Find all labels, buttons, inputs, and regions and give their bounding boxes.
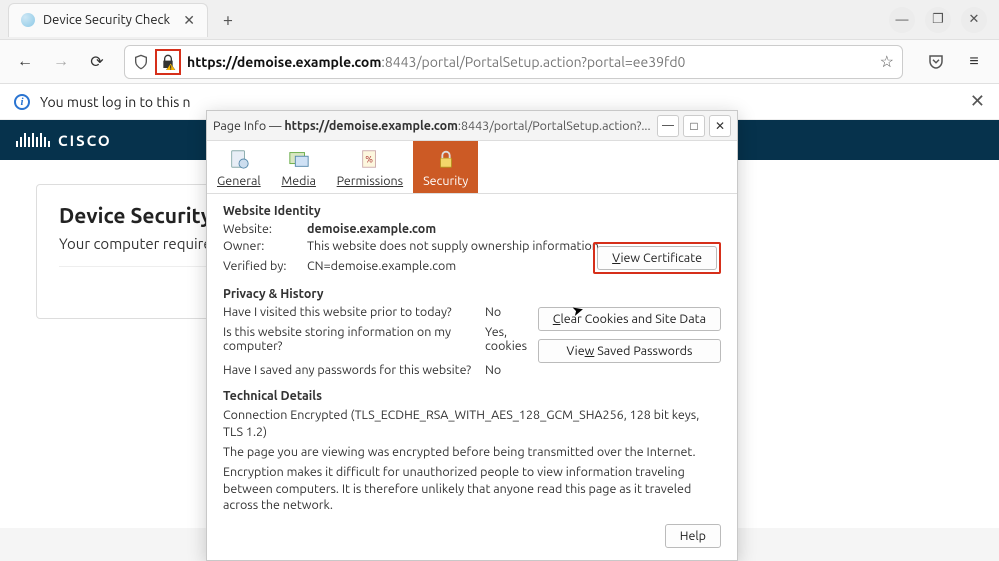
reload-button[interactable]: ⟳ [82, 47, 112, 77]
privacy-a-storing: Yes, cookies [485, 325, 543, 353]
dialog-titlebar[interactable]: Page Info — https://demoise.example.com … [207, 111, 737, 141]
url-bar[interactable]: https://demoise.example.com:8443/portal/… [124, 45, 903, 79]
dialog-toolbar: General Media % Permissions Security [207, 141, 737, 194]
page-info-dialog: Page Info — https://demoise.example.com … [206, 110, 738, 561]
lock-warning-icon[interactable] [155, 49, 181, 75]
svg-text:%: % [365, 154, 373, 165]
tech-heading: Technical Details [223, 389, 721, 403]
window-controls: — ❐ ✕ [889, 7, 999, 33]
privacy-q-storing: Is this website storing information on m… [223, 325, 485, 353]
back-button[interactable]: ← [10, 47, 40, 77]
view-certificate-button[interactable]: View Certificate [597, 246, 717, 270]
pocket-icon[interactable] [921, 47, 951, 77]
lock-icon [434, 147, 458, 171]
bookmark-star-icon[interactable]: ☆ [880, 52, 894, 71]
tech-line-2: The page you are viewing was encrypted b… [223, 444, 721, 461]
identity-heading: Website Identity [223, 204, 721, 218]
permissions-icon: % [358, 147, 382, 171]
dialog-body: Website Identity Website:demoise.example… [207, 194, 737, 560]
forward-button[interactable]: → [46, 47, 76, 77]
dialog-maximize-button[interactable]: □ [683, 115, 705, 137]
privacy-q-passwords: Have I saved any passwords for this webs… [223, 363, 485, 377]
notification-message: You must log in to this n [40, 94, 191, 110]
tech-line-1: Connection Encrypted (TLS_ECDHE_RSA_WITH… [223, 407, 721, 441]
browser-tab[interactable]: Device Security Check ✕ [8, 3, 208, 37]
privacy-a-passwords: No [485, 363, 543, 377]
app-menu-button[interactable]: ≡ [959, 47, 989, 77]
identity-website: demoise.example.com [307, 222, 721, 236]
window-close-button[interactable]: ✕ [961, 7, 987, 33]
favicon-icon [21, 13, 35, 27]
tech-line-3: Encryption makes it difficult for unauth… [223, 464, 721, 515]
tab-permissions[interactable]: % Permissions [327, 141, 413, 193]
tab-media[interactable]: Media [271, 141, 327, 193]
privacy-q-visited: Have I visited this website prior to tod… [223, 305, 485, 319]
dialog-minimize-button[interactable]: — [657, 115, 679, 137]
privacy-heading: Privacy & History [223, 287, 721, 301]
info-icon: i [14, 94, 30, 110]
tab-general[interactable]: General [207, 141, 271, 193]
view-saved-passwords-button[interactable]: View Saved Passwords [538, 339, 721, 363]
window-maximize-button[interactable]: ❐ [925, 7, 951, 33]
dialog-close-button[interactable]: ✕ [709, 115, 731, 137]
url-text: https://demoise.example.com:8443/portal/… [187, 54, 874, 70]
media-icon [287, 147, 311, 171]
tab-title: Device Security Check [43, 13, 175, 27]
window-minimize-button[interactable]: — [889, 7, 915, 33]
clear-cookies-button[interactable]: Clear Cookies and Site Data [538, 307, 721, 331]
privacy-a-visited: No [485, 305, 543, 319]
document-icon [227, 147, 251, 171]
nav-toolbar: ← → ⟳ https://demoise.example.com:8443/p… [0, 40, 999, 84]
tab-close-icon[interactable]: ✕ [183, 12, 195, 29]
tracking-shield-icon[interactable] [133, 54, 149, 70]
cisco-logo: CISCO [16, 132, 112, 149]
tab-bar: Device Security Check ✕ + — ❐ ✕ [0, 0, 999, 40]
notification-dismiss-button[interactable]: ✕ [970, 91, 985, 112]
tab-security[interactable]: Security [413, 141, 478, 193]
new-tab-button[interactable]: + [214, 6, 242, 34]
